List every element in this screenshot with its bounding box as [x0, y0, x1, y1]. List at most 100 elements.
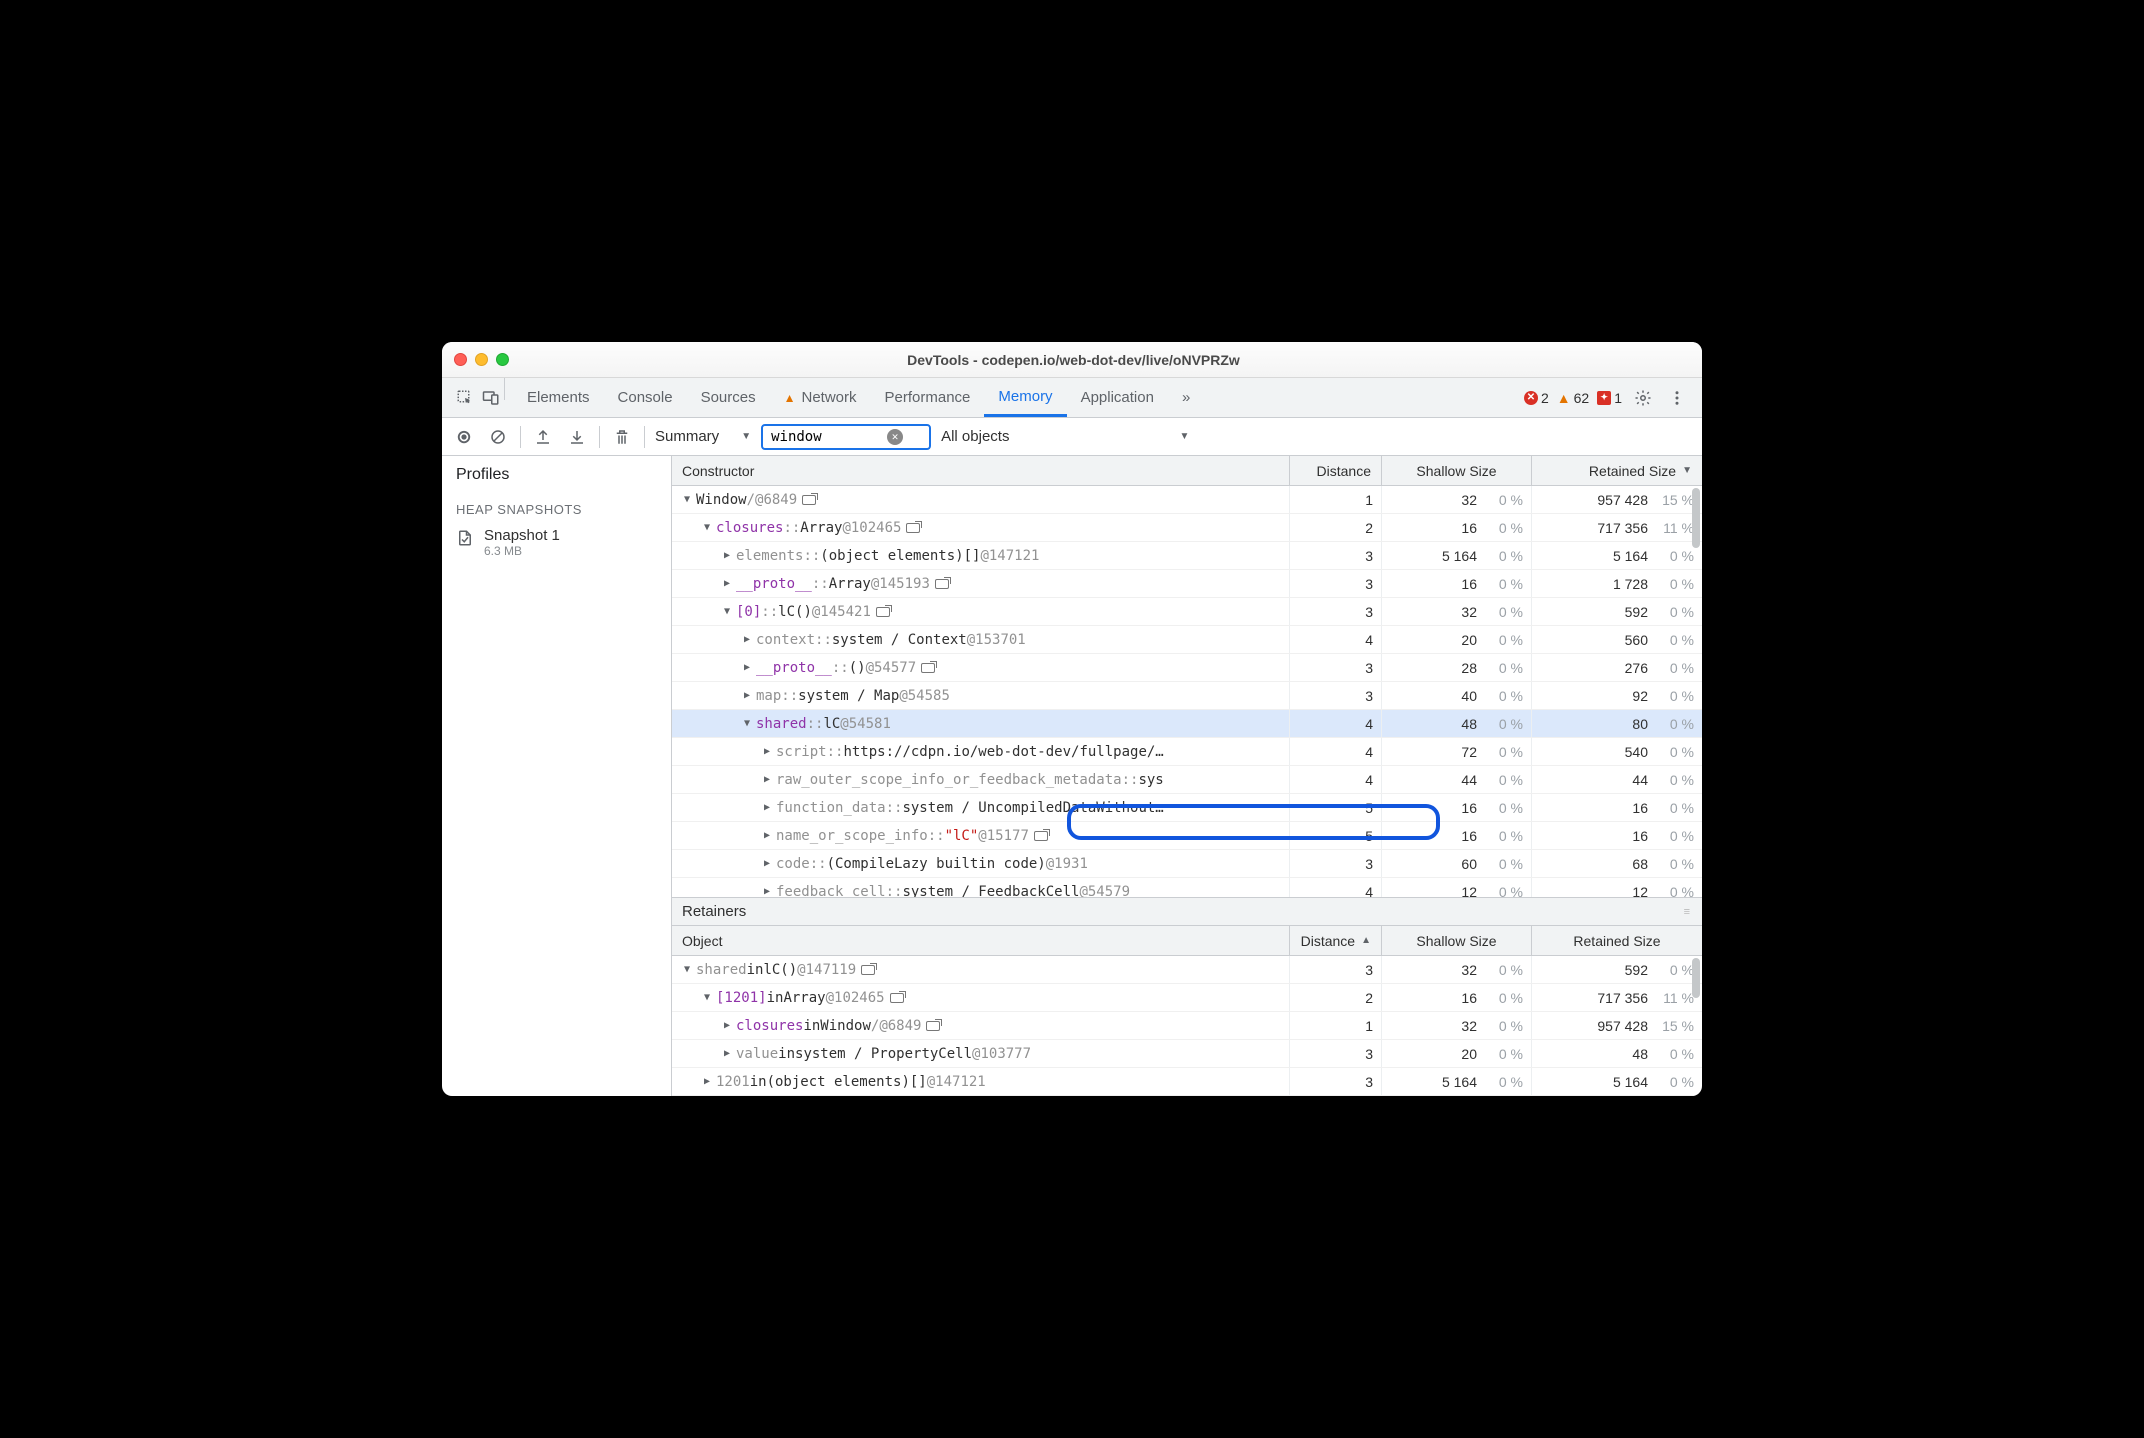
tab-console[interactable]: Console	[604, 378, 687, 417]
errors-badge[interactable]: ✕2	[1524, 390, 1549, 406]
scope-dropdown[interactable]: All objects▼	[941, 428, 1189, 445]
table-row[interactable]: ▶closures in Window / @68491320 %957 428…	[672, 1012, 1702, 1040]
open-link-icon[interactable]	[921, 663, 935, 673]
divider	[504, 378, 505, 400]
rcol-shallow[interactable]: Shallow Size	[1382, 926, 1532, 955]
expand-icon[interactable]: ▶	[722, 550, 732, 561]
tab-memory[interactable]: Memory	[984, 378, 1066, 417]
class-filter-input[interactable]: ✕	[761, 424, 931, 450]
table-row[interactable]: ▶map :: system / Map @545853400 %920 %	[672, 682, 1702, 710]
col-retained[interactable]: Retained Size▼	[1532, 456, 1702, 485]
table-row[interactable]: ▶__proto__ :: () @545773280 %2760 %	[672, 654, 1702, 682]
tab-network[interactable]: ▲Network	[770, 378, 871, 417]
collapse-icon[interactable]: ▼	[702, 522, 712, 533]
expand-icon[interactable]: ▶	[762, 830, 772, 841]
download-icon[interactable]	[565, 425, 589, 449]
expand-icon[interactable]: ▶	[742, 662, 752, 673]
collapse-icon[interactable]: ▼	[682, 964, 692, 975]
view-dropdown[interactable]: Summary▼	[655, 428, 751, 445]
zoom-window-button[interactable]	[496, 353, 509, 366]
close-window-button[interactable]	[454, 353, 467, 366]
collapse-icon[interactable]: ▼	[682, 494, 692, 505]
expand-icon[interactable]: ▶	[742, 690, 752, 701]
table-row[interactable]: ▶elements :: (object elements)[] @147121…	[672, 542, 1702, 570]
collapse-icon[interactable]: ▼	[722, 606, 732, 617]
open-link-icon[interactable]	[926, 1021, 940, 1031]
table-row[interactable]: ▶context :: system / Context @1537014200…	[672, 626, 1702, 654]
open-link-icon[interactable]	[861, 965, 875, 975]
table-row[interactable]: ▶script :: https://cdpn.io/web-dot-dev/f…	[672, 738, 1702, 766]
clear-filter-icon[interactable]: ✕	[887, 429, 903, 445]
device-toggle-icon[interactable]	[478, 378, 504, 417]
scrollbar-thumb[interactable]	[1692, 488, 1700, 548]
table-row[interactable]: ▶feedback_cell :: system / FeedbackCell …	[672, 878, 1702, 897]
upload-icon[interactable]	[531, 425, 555, 449]
tab-application[interactable]: Application	[1067, 378, 1168, 417]
collapse-icon[interactable]: ▼	[702, 992, 712, 1003]
open-link-icon[interactable]	[935, 579, 949, 589]
open-link-icon[interactable]	[890, 993, 904, 1003]
open-link-icon[interactable]	[802, 495, 816, 505]
expand-icon[interactable]: ▶	[742, 634, 752, 645]
sidebar-category: HEAP SNAPSHOTS	[442, 494, 671, 521]
expand-icon[interactable]: ▶	[722, 578, 732, 589]
rcol-retained[interactable]: Retained Size	[1532, 926, 1702, 955]
filter-text[interactable]	[771, 429, 881, 445]
table-row[interactable]: ▶raw_outer_scope_info_or_feedback_metada…	[672, 766, 1702, 794]
minimize-window-button[interactable]	[475, 353, 488, 366]
table-row[interactable]: ▼closures :: Array @1024652160 %717 3561…	[672, 514, 1702, 542]
table-row[interactable]: ▼[1201] in Array @1024652160 %717 35611 …	[672, 984, 1702, 1012]
expand-icon[interactable]: ▶	[762, 886, 772, 897]
tab-elements[interactable]: Elements	[513, 378, 604, 417]
settings-icon[interactable]	[1630, 389, 1656, 407]
collapse-icon[interactable]: ▼	[742, 718, 752, 729]
col-distance[interactable]: Distance	[1290, 456, 1382, 485]
resize-handle-icon[interactable]: ≡	[1684, 906, 1692, 918]
window-title: DevTools - codepen.io/web-dot-dev/live/o…	[509, 352, 1638, 368]
rcol-object[interactable]: Object	[672, 926, 1290, 955]
col-constructor[interactable]: Constructor	[672, 456, 1290, 485]
expand-icon[interactable]: ▶	[702, 1076, 712, 1087]
retainers-rows: ▼shared in lC() @1471193320 %5920 %▼[120…	[672, 956, 1702, 1096]
table-row[interactable]: ▼shared :: lC @545814480 %800 %	[672, 710, 1702, 738]
expand-icon[interactable]: ▶	[722, 1020, 732, 1031]
table-row[interactable]: ▶1201 in (object elements)[] @14712135 1…	[672, 1068, 1702, 1096]
constructors-rows: ▼Window / @68491320 %957 42815 %▼closure…	[672, 486, 1702, 897]
table-row[interactable]: ▼shared in lC() @1471193320 %5920 %	[672, 956, 1702, 984]
snapshot-icon	[456, 529, 474, 551]
warnings-badge[interactable]: ▲62	[1557, 390, 1589, 406]
table-row[interactable]: ▶function_data :: system / UncompiledDat…	[672, 794, 1702, 822]
devtools-window: DevTools - codepen.io/web-dot-dev/live/o…	[442, 342, 1702, 1096]
more-tabs-button[interactable]: »	[1168, 378, 1204, 417]
inspect-icon[interactable]	[452, 378, 478, 417]
open-link-icon[interactable]	[876, 607, 890, 617]
table-row[interactable]: ▶name_or_scope_info :: "lC" @151775160 %…	[672, 822, 1702, 850]
gc-icon[interactable]	[610, 425, 634, 449]
open-link-icon[interactable]	[1034, 831, 1048, 841]
expand-icon[interactable]: ▶	[762, 746, 772, 757]
window-controls	[454, 353, 509, 366]
scrollbar-thumb[interactable]	[1692, 958, 1700, 998]
expand-icon[interactable]: ▶	[722, 1048, 732, 1059]
snapshot-item[interactable]: Snapshot 1 6.3 MB	[442, 521, 671, 564]
col-shallow[interactable]: Shallow Size	[1382, 456, 1532, 485]
record-icon[interactable]	[452, 425, 476, 449]
table-row[interactable]: ▼Window / @68491320 %957 42815 %	[672, 486, 1702, 514]
titlebar: DevTools - codepen.io/web-dot-dev/live/o…	[442, 342, 1702, 378]
issues-badge[interactable]: ✦1	[1597, 390, 1622, 406]
panel-tabs: ElementsConsoleSources▲NetworkPerformanc…	[513, 378, 1168, 417]
open-link-icon[interactable]	[906, 523, 920, 533]
tab-performance[interactable]: Performance	[871, 378, 985, 417]
table-row[interactable]: ▶value in system / PropertyCell @1037773…	[672, 1040, 1702, 1068]
table-row[interactable]: ▶code :: (CompileLazy builtin code) @193…	[672, 850, 1702, 878]
expand-icon[interactable]: ▶	[762, 802, 772, 813]
table-row[interactable]: ▶__proto__ :: Array @1451933160 %1 7280 …	[672, 570, 1702, 598]
kebab-menu-icon[interactable]	[1664, 389, 1690, 407]
clear-icon[interactable]	[486, 425, 510, 449]
rcol-distance[interactable]: Distance▲	[1290, 926, 1382, 955]
snapshot-size: 6.3 MB	[484, 544, 560, 558]
expand-icon[interactable]: ▶	[762, 774, 772, 785]
expand-icon[interactable]: ▶	[762, 858, 772, 869]
table-row[interactable]: ▼[0] :: lC() @1454213320 %5920 %	[672, 598, 1702, 626]
tab-sources[interactable]: Sources	[687, 378, 770, 417]
